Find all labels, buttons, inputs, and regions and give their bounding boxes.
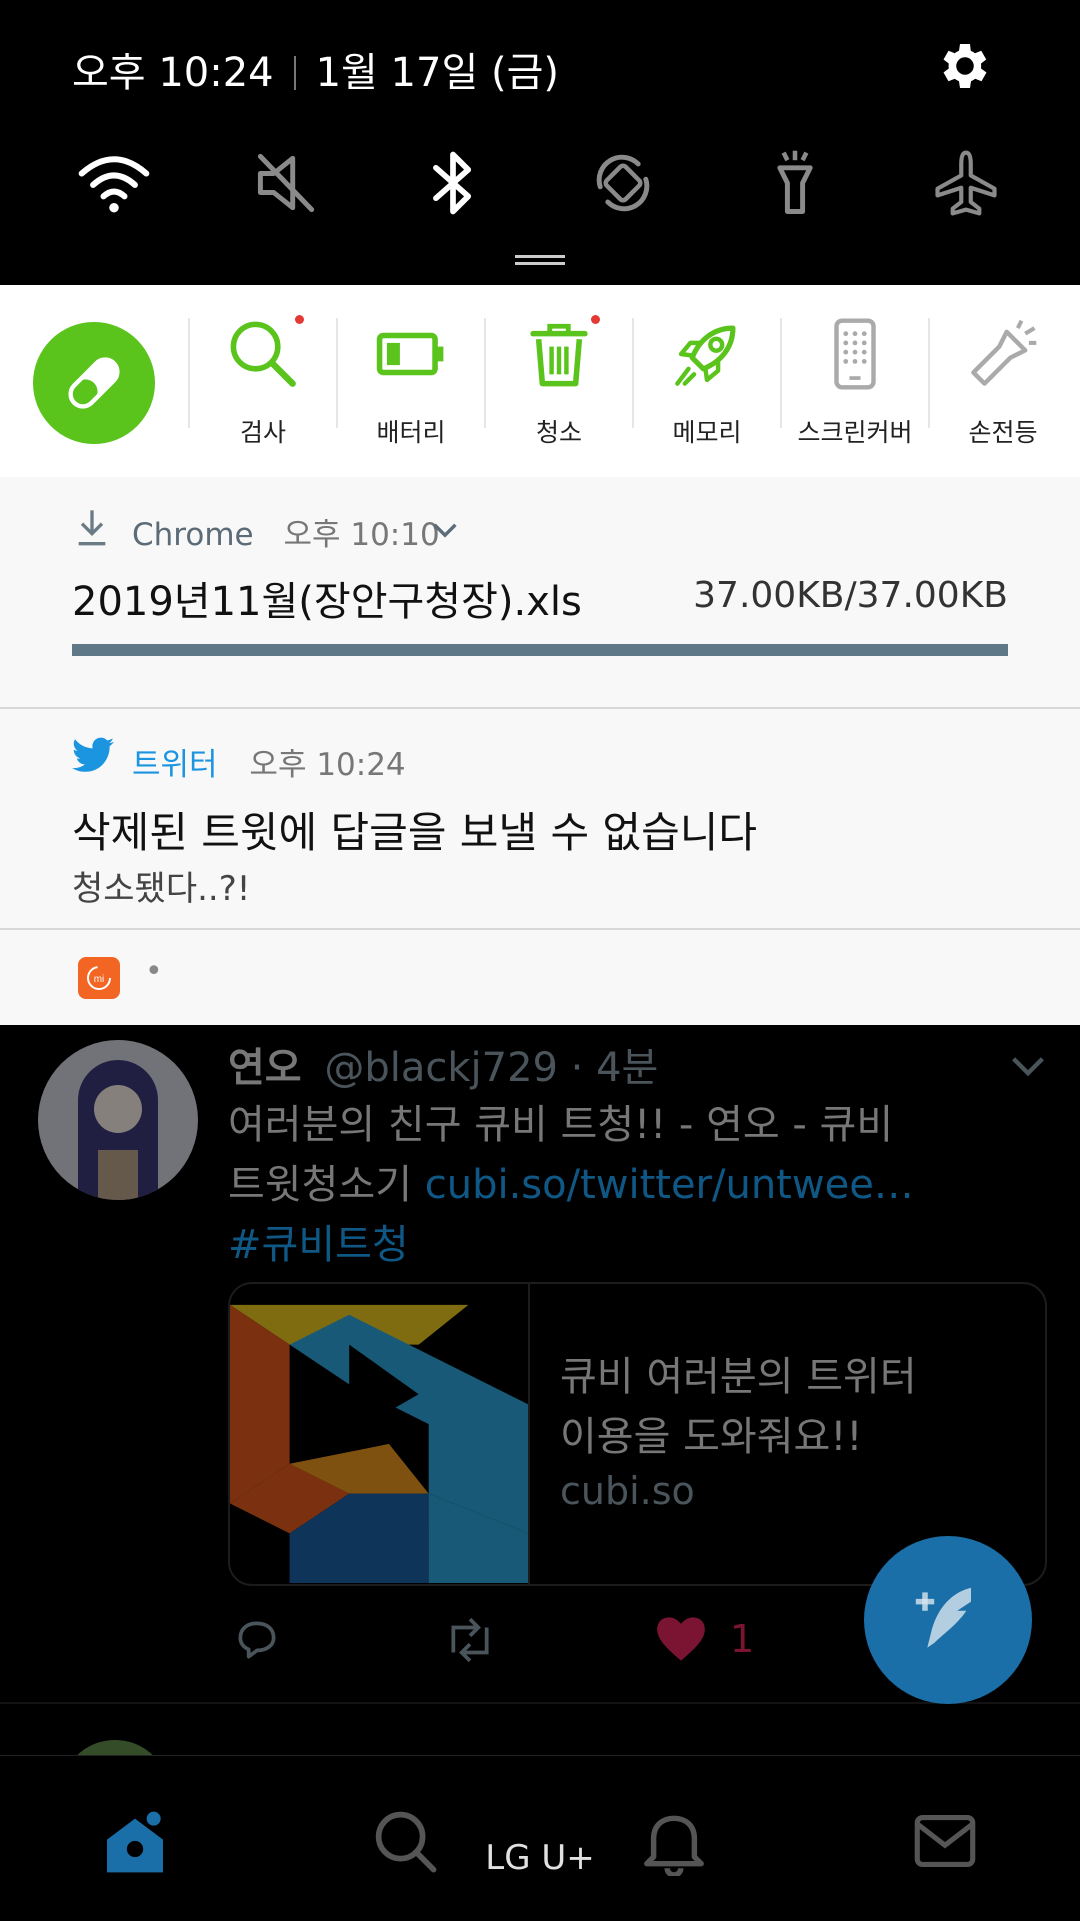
- notification-title: 삭제된 트윗에 답글을 보낼 수 없습니다: [72, 808, 757, 857]
- optimizer-label: 검사: [239, 418, 286, 447]
- tweet-hashtag[interactable]: #큐비트청: [228, 1212, 409, 1270]
- tweet-author-name[interactable]: 연오: [228, 1045, 302, 1091]
- app-name: Chrome: [132, 517, 254, 553]
- divider: [0, 1702, 1080, 1704]
- mute-icon[interactable]: [249, 145, 325, 221]
- optimizer-label: 배터리: [376, 418, 446, 447]
- reply-icon[interactable]: [232, 1615, 282, 1665]
- twitter-notification[interactable]: 트위터 오후 10:24 삭제된 트윗에 답글을 보낼 수 없습니다 청소됐다.…: [0, 709, 1080, 930]
- panel-drag-handle[interactable]: [515, 255, 565, 265]
- card-title-line1: 큐비 여러분의 트위터: [560, 1354, 917, 1400]
- notification-time: 오후 10:24: [249, 747, 406, 783]
- cubi-logo-image: [230, 1285, 528, 1583]
- download-filename: 2019년11월(장안구청장).xls: [72, 579, 582, 625]
- twitter-bird-icon: [72, 737, 114, 772]
- avatar[interactable]: [38, 1040, 198, 1200]
- status-time: 오후 10:24: [72, 50, 274, 96]
- tweet-text-line2: 트윗청소기: [228, 1162, 425, 1208]
- screen-cover-icon: [834, 318, 876, 390]
- optimizer-memory[interactable]: 메모리: [633, 285, 781, 477]
- quick-settings-panel: 오후 10:24 1월 17일 (금): [0, 0, 1080, 285]
- auto-rotate-icon[interactable]: [585, 145, 661, 221]
- gear-icon[interactable]: [935, 36, 995, 96]
- download-progress-track: [72, 644, 1008, 656]
- flashlight-icon: [971, 319, 1037, 386]
- pill-icon: [68, 357, 120, 409]
- optimizer-label: 메모리: [672, 418, 742, 447]
- search-icon: [230, 321, 296, 387]
- badge-dot: [591, 315, 600, 324]
- download-size: 37.00KB/37.00KB: [693, 575, 1008, 616]
- optimizer-flashlight[interactable]: 손전등: [929, 285, 1077, 477]
- optimizer-app-button[interactable]: [33, 322, 155, 444]
- card-domain: cubi.so: [560, 1469, 695, 1513]
- status-date: 1월 17일 (금): [315, 50, 559, 96]
- bottom-navigation: LG U+: [0, 1755, 1080, 1921]
- tweet-handle-time: @blackj729 · 4분: [324, 1045, 659, 1091]
- mi-logo-icon: mi: [87, 966, 111, 990]
- optimizer-notification-bar: 검사 배터리 청소 메모리 스크린커버 손전등: [0, 285, 1080, 479]
- optimizer-label: 손전등: [968, 418, 1038, 447]
- carrier-label: LG U+: [485, 1838, 595, 1878]
- optimizer-battery[interactable]: 배터리: [337, 285, 485, 477]
- app-name: 트위터: [132, 747, 218, 783]
- retweet-icon[interactable]: [440, 1615, 500, 1665]
- bluetooth-icon[interactable]: [415, 145, 491, 221]
- notification-body: 청소됐다..?!: [72, 869, 251, 909]
- airplane-mode-icon[interactable]: [928, 145, 1004, 221]
- compose-tweet-button[interactable]: [864, 1536, 1032, 1704]
- mi-app-icon: mi: [78, 957, 120, 999]
- mi-notification[interactable]: mi •: [0, 930, 1080, 1025]
- download-progress-fill: [72, 644, 1008, 656]
- battery-icon: [376, 332, 444, 376]
- status-datetime: 오후 10:24 1월 17일 (금): [72, 40, 559, 98]
- wifi-icon[interactable]: [76, 145, 152, 221]
- optimizer-scan[interactable]: 검사: [189, 285, 337, 477]
- mi-notification-text: •: [145, 954, 163, 989]
- card-title-line2: 이용을 도와줘요!!: [560, 1414, 863, 1460]
- heart-icon[interactable]: [655, 1615, 707, 1663]
- like-count: 1: [730, 1617, 755, 1661]
- notification-time: 오후 10:10: [283, 517, 440, 553]
- optimizer-label: 청소: [535, 418, 582, 447]
- tweet-link[interactable]: cubi.so/twitter/untwee…: [425, 1162, 914, 1208]
- badge-dot: [295, 315, 304, 324]
- chrome-download-notification[interactable]: Chrome 오후 10:10 2019년11월(장안구청장).xls 37.0…: [0, 477, 1080, 709]
- chevron-down-icon[interactable]: [1010, 1055, 1046, 1077]
- tweet-text-line1: 여러분의 친구 큐비 트청!! - 연오 - 큐비: [228, 1102, 894, 1148]
- trash-icon: [530, 323, 588, 387]
- optimizer-clean[interactable]: 청소: [485, 285, 633, 477]
- optimizer-screen-cover[interactable]: 스크린커버: [781, 285, 929, 477]
- svg-text:mi: mi: [94, 974, 105, 985]
- feather-compose-icon: [915, 1587, 971, 1648]
- rocket-icon: [675, 325, 736, 386]
- flashlight-icon[interactable]: [757, 145, 833, 221]
- download-icon: [78, 510, 106, 546]
- optimizer-label: 스크린커버: [797, 418, 913, 447]
- chevron-down-icon[interactable]: [432, 521, 458, 539]
